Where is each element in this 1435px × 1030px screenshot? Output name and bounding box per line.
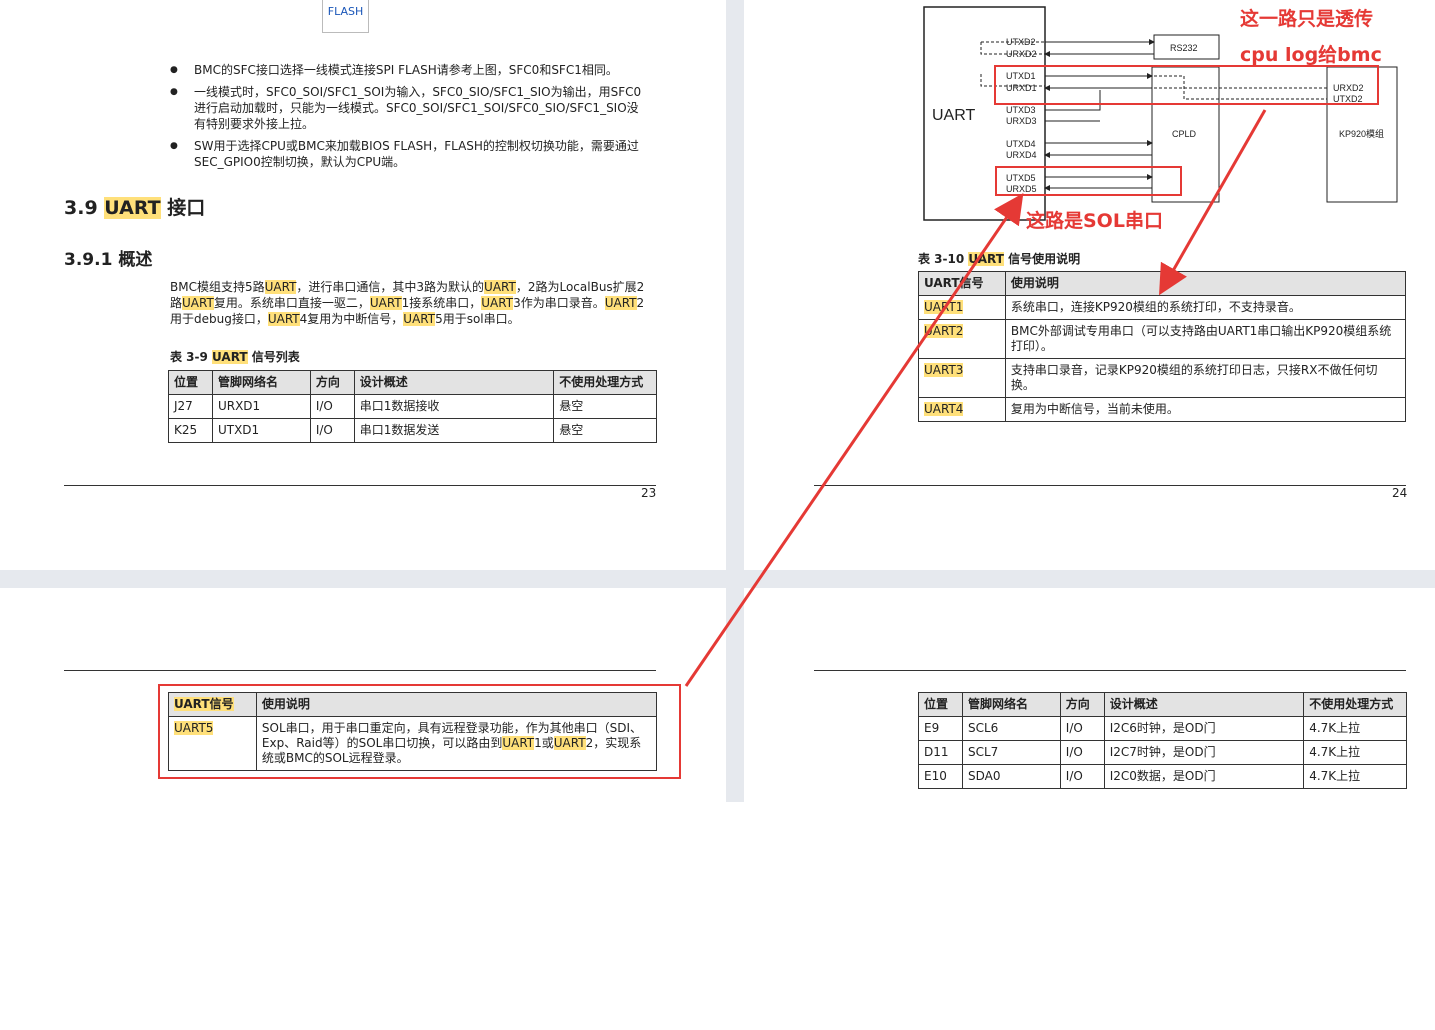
annotation-arrows: [684, 109, 1267, 687]
arrow-to-uart5: [684, 193, 1024, 687]
arrow-to-uart-table: [1159, 109, 1267, 296]
document-viewer: FLASH BMC的SFC接口选择一线模式连接SPI FLASH请参考上图，SF…: [0, 0, 1435, 802]
